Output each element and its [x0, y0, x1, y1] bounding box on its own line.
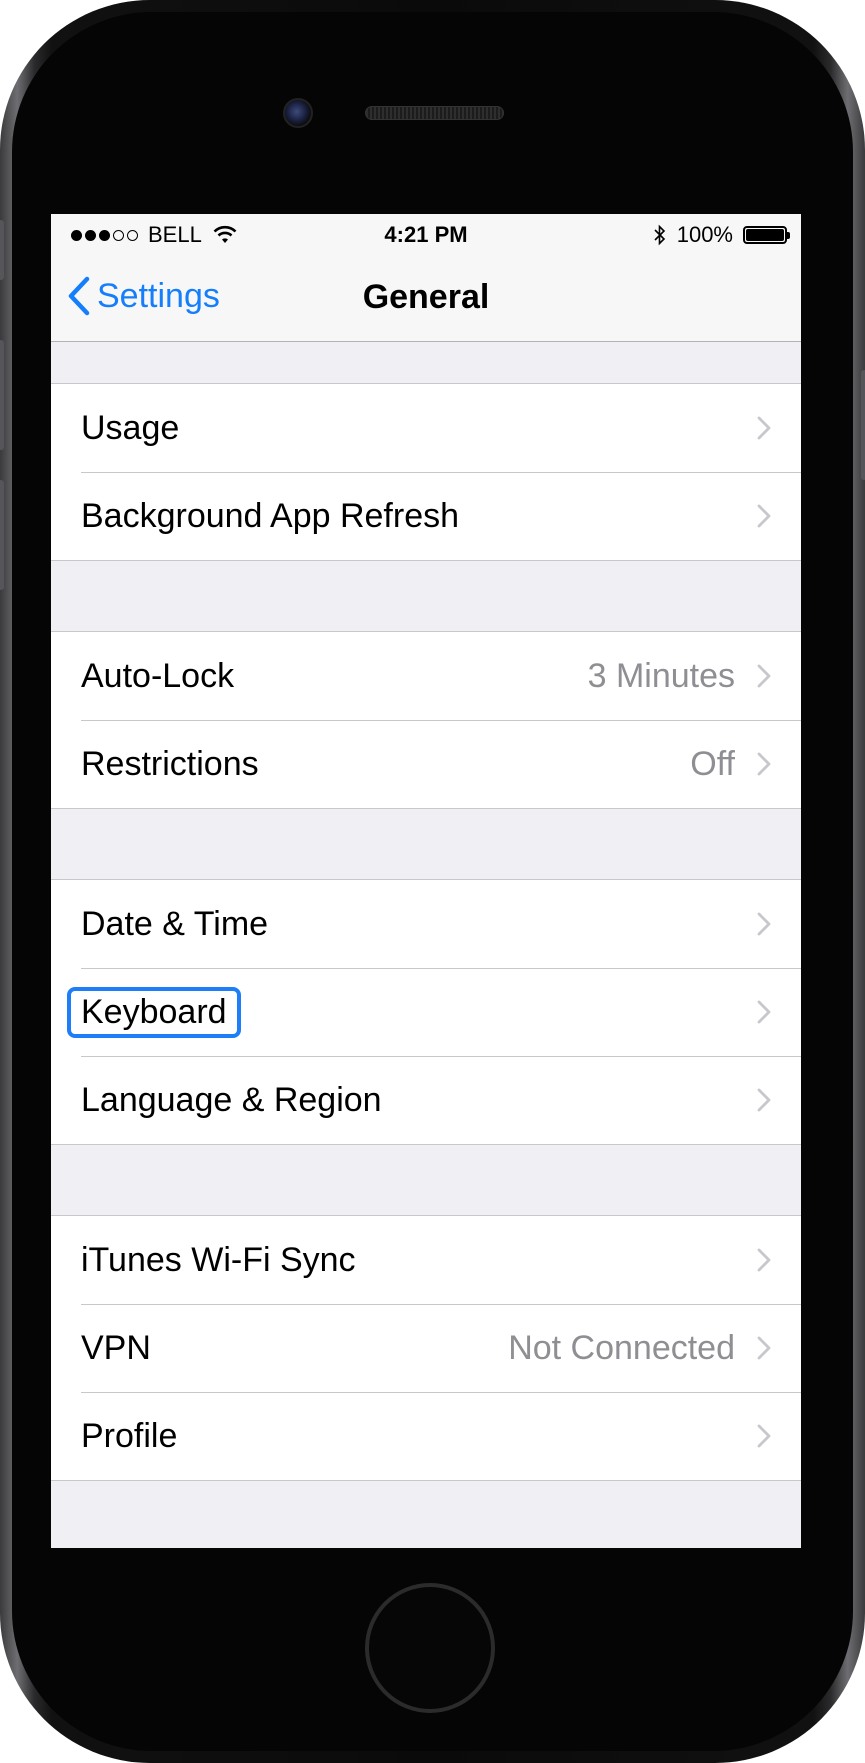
chevron-right-icon	[757, 1248, 771, 1272]
earpiece-speaker	[365, 106, 504, 120]
chevron-right-icon	[757, 912, 771, 936]
row-label: iTunes Wi-Fi Sync	[81, 1240, 356, 1279]
row-keyboard[interactable]: Keyboard	[51, 968, 801, 1056]
row-label-wrapper: Keyboard	[67, 986, 735, 1038]
chevron-right-icon	[757, 1336, 771, 1360]
settings-group-locale: Date & Time Keyboard Language & Region	[51, 879, 801, 1145]
row-label: Profile	[81, 1416, 178, 1455]
row-profile[interactable]: Profile	[51, 1392, 801, 1480]
screen: BELL 4:21 PM 100% Settings General Usage…	[51, 214, 801, 1548]
battery-level	[746, 229, 784, 241]
status-bar: BELL 4:21 PM 100%	[51, 214, 801, 254]
battery-icon	[743, 226, 790, 244]
battery-percentage: 100%	[676, 222, 733, 247]
power-button	[861, 370, 865, 480]
keyboard-highlight-box: Keyboard	[67, 986, 241, 1038]
row-language-region[interactable]: Language & Region	[51, 1056, 801, 1144]
chevron-right-icon	[757, 752, 771, 776]
front-camera	[283, 98, 313, 128]
row-value: Not Connected	[508, 1328, 735, 1367]
row-value: 3 Minutes	[587, 656, 735, 695]
row-usage[interactable]: Usage	[51, 384, 801, 472]
row-itunes-wifi-sync[interactable]: iTunes Wi-Fi Sync	[51, 1216, 801, 1304]
chevron-right-icon	[757, 1000, 771, 1024]
settings-group-lock: Auto-Lock 3 Minutes Restrictions Off	[51, 631, 801, 809]
page-title: General	[362, 278, 490, 316]
row-background-app-refresh[interactable]: Background App Refresh	[51, 472, 801, 560]
row-label: Restrictions	[81, 744, 259, 783]
volume-down-button	[0, 480, 4, 590]
row-value: Off	[690, 744, 735, 783]
navigation-bar: Settings General	[51, 254, 801, 342]
row-restrictions[interactable]: Restrictions Off	[51, 720, 801, 808]
bluetooth-icon	[654, 224, 665, 246]
volume-up-button	[0, 340, 4, 450]
row-date-time[interactable]: Date & Time	[51, 880, 801, 968]
settings-group-network: iTunes Wi-Fi Sync VPN Not Connected Prof…	[51, 1215, 801, 1481]
row-vpn[interactable]: VPN Not Connected	[51, 1304, 801, 1392]
row-label: Background App Refresh	[81, 496, 460, 535]
row-label: VPN	[81, 1328, 151, 1367]
row-label: Auto-Lock	[81, 656, 235, 695]
chevron-right-icon	[757, 504, 771, 528]
chevron-right-icon	[757, 416, 771, 440]
mute-switch	[0, 220, 4, 280]
row-label: Date & Time	[81, 904, 269, 943]
home-button[interactable]	[365, 1583, 495, 1713]
settings-list: Usage Background App Refresh Auto-Lock 3…	[51, 342, 801, 1481]
chevron-right-icon	[757, 664, 771, 688]
row-label: Usage	[81, 408, 180, 447]
row-auto-lock[interactable]: Auto-Lock 3 Minutes	[51, 632, 801, 720]
settings-group-usage: Usage Background App Refresh	[51, 383, 801, 561]
row-label: Language & Region	[81, 1080, 382, 1119]
chevron-right-icon	[757, 1088, 771, 1112]
chevron-right-icon	[757, 1424, 771, 1448]
